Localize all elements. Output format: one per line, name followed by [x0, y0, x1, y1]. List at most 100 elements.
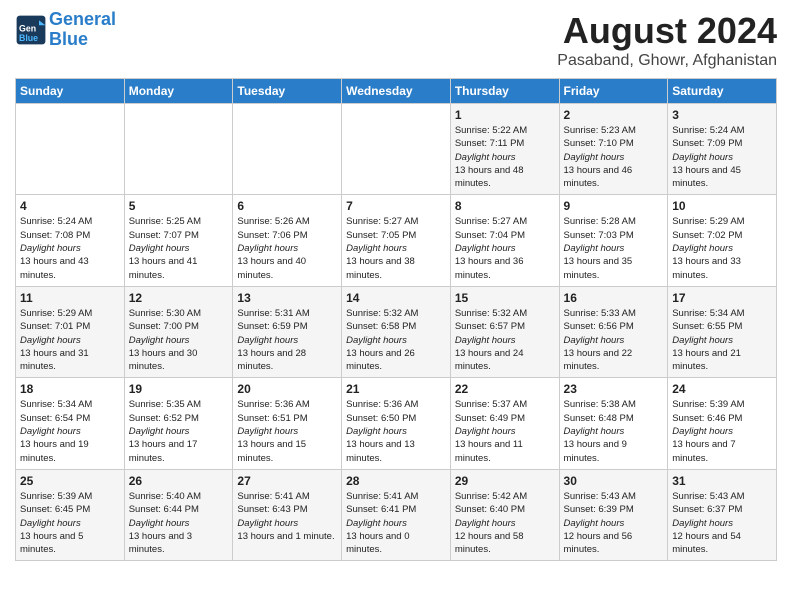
day-info: Sunrise: 5:39 AMSunset: 6:45 PMDaylight … — [20, 490, 120, 556]
day-number: 5 — [129, 199, 229, 213]
day-info: Sunrise: 5:37 AMSunset: 6:49 PMDaylight … — [455, 398, 555, 464]
day-cell: 14 Sunrise: 5:32 AMSunset: 6:58 PMDaylig… — [342, 286, 451, 377]
day-cell: 1 Sunrise: 5:22 AMSunset: 7:11 PMDayligh… — [450, 104, 559, 195]
day-cell: 23 Sunrise: 5:38 AMSunset: 6:48 PMDaylig… — [559, 378, 668, 469]
day-cell — [342, 104, 451, 195]
title-block: August 2024 Pasaband, Ghowr, Afghanistan — [557, 10, 777, 70]
day-info: Sunrise: 5:36 AMSunset: 6:50 PMDaylight … — [346, 398, 446, 464]
day-cell: 31 Sunrise: 5:43 AMSunset: 6:37 PMDaylig… — [668, 469, 777, 560]
day-info: Sunrise: 5:29 AMSunset: 7:02 PMDaylight … — [672, 215, 772, 281]
day-cell: 24 Sunrise: 5:39 AMSunset: 6:46 PMDaylig… — [668, 378, 777, 469]
day-cell: 17 Sunrise: 5:34 AMSunset: 6:55 PMDaylig… — [668, 286, 777, 377]
day-info: Sunrise: 5:41 AMSunset: 6:41 PMDaylight … — [346, 490, 446, 556]
day-number: 13 — [237, 291, 337, 305]
col-header-sunday: Sunday — [16, 79, 125, 104]
day-cell: 8 Sunrise: 5:27 AMSunset: 7:04 PMDayligh… — [450, 195, 559, 286]
calendar-table: SundayMondayTuesdayWednesdayThursdayFrid… — [15, 78, 777, 561]
day-number: 24 — [672, 382, 772, 396]
svg-text:Blue: Blue — [19, 33, 38, 43]
day-number: 31 — [672, 474, 772, 488]
day-cell: 28 Sunrise: 5:41 AMSunset: 6:41 PMDaylig… — [342, 469, 451, 560]
day-cell: 11 Sunrise: 5:29 AMSunset: 7:01 PMDaylig… — [16, 286, 125, 377]
day-number: 3 — [672, 108, 772, 122]
week-row-2: 4 Sunrise: 5:24 AMSunset: 7:08 PMDayligh… — [16, 195, 777, 286]
day-number: 23 — [564, 382, 664, 396]
day-cell: 10 Sunrise: 5:29 AMSunset: 7:02 PMDaylig… — [668, 195, 777, 286]
day-info: Sunrise: 5:42 AMSunset: 6:40 PMDaylight … — [455, 490, 555, 556]
day-number: 29 — [455, 474, 555, 488]
day-number: 19 — [129, 382, 229, 396]
day-cell: 9 Sunrise: 5:28 AMSunset: 7:03 PMDayligh… — [559, 195, 668, 286]
day-number: 15 — [455, 291, 555, 305]
day-info: Sunrise: 5:27 AMSunset: 7:05 PMDaylight … — [346, 215, 446, 281]
day-cell: 25 Sunrise: 5:39 AMSunset: 6:45 PMDaylig… — [16, 469, 125, 560]
day-number: 18 — [20, 382, 120, 396]
day-number: 9 — [564, 199, 664, 213]
day-cell: 20 Sunrise: 5:36 AMSunset: 6:51 PMDaylig… — [233, 378, 342, 469]
day-info: Sunrise: 5:28 AMSunset: 7:03 PMDaylight … — [564, 215, 664, 281]
location-title: Pasaband, Ghowr, Afghanistan — [557, 52, 777, 70]
day-info: Sunrise: 5:43 AMSunset: 6:37 PMDaylight … — [672, 490, 772, 556]
day-info: Sunrise: 5:23 AMSunset: 7:10 PMDaylight … — [564, 124, 664, 190]
month-title: August 2024 — [557, 10, 777, 52]
logo-text: GeneralBlue — [49, 10, 116, 50]
day-info: Sunrise: 5:34 AMSunset: 6:55 PMDaylight … — [672, 307, 772, 373]
logo: Gen Blue GeneralBlue — [15, 10, 116, 50]
day-number: 4 — [20, 199, 120, 213]
day-info: Sunrise: 5:33 AMSunset: 6:56 PMDaylight … — [564, 307, 664, 373]
day-number: 7 — [346, 199, 446, 213]
col-header-wednesday: Wednesday — [342, 79, 451, 104]
day-info: Sunrise: 5:24 AMSunset: 7:08 PMDaylight … — [20, 215, 120, 281]
day-info: Sunrise: 5:36 AMSunset: 6:51 PMDaylight … — [237, 398, 337, 464]
day-number: 26 — [129, 474, 229, 488]
week-row-5: 25 Sunrise: 5:39 AMSunset: 6:45 PMDaylig… — [16, 469, 777, 560]
day-cell: 5 Sunrise: 5:25 AMSunset: 7:07 PMDayligh… — [124, 195, 233, 286]
col-header-friday: Friday — [559, 79, 668, 104]
col-header-thursday: Thursday — [450, 79, 559, 104]
col-header-monday: Monday — [124, 79, 233, 104]
day-cell: 7 Sunrise: 5:27 AMSunset: 7:05 PMDayligh… — [342, 195, 451, 286]
day-info: Sunrise: 5:41 AMSunset: 6:43 PMDaylight … — [237, 490, 337, 543]
day-info: Sunrise: 5:39 AMSunset: 6:46 PMDaylight … — [672, 398, 772, 464]
day-cell: 26 Sunrise: 5:40 AMSunset: 6:44 PMDaylig… — [124, 469, 233, 560]
day-number: 16 — [564, 291, 664, 305]
day-info: Sunrise: 5:38 AMSunset: 6:48 PMDaylight … — [564, 398, 664, 464]
day-info: Sunrise: 5:35 AMSunset: 6:52 PMDaylight … — [129, 398, 229, 464]
day-info: Sunrise: 5:30 AMSunset: 7:00 PMDaylight … — [129, 307, 229, 373]
day-cell: 4 Sunrise: 5:24 AMSunset: 7:08 PMDayligh… — [16, 195, 125, 286]
day-number: 14 — [346, 291, 446, 305]
day-info: Sunrise: 5:24 AMSunset: 7:09 PMDaylight … — [672, 124, 772, 190]
day-number: 1 — [455, 108, 555, 122]
day-cell: 12 Sunrise: 5:30 AMSunset: 7:00 PMDaylig… — [124, 286, 233, 377]
day-number: 22 — [455, 382, 555, 396]
header-row: SundayMondayTuesdayWednesdayThursdayFrid… — [16, 79, 777, 104]
day-cell: 13 Sunrise: 5:31 AMSunset: 6:59 PMDaylig… — [233, 286, 342, 377]
day-info: Sunrise: 5:34 AMSunset: 6:54 PMDaylight … — [20, 398, 120, 464]
day-number: 27 — [237, 474, 337, 488]
day-number: 28 — [346, 474, 446, 488]
week-row-3: 11 Sunrise: 5:29 AMSunset: 7:01 PMDaylig… — [16, 286, 777, 377]
day-number: 2 — [564, 108, 664, 122]
day-cell — [124, 104, 233, 195]
day-info: Sunrise: 5:27 AMSunset: 7:04 PMDaylight … — [455, 215, 555, 281]
day-cell: 22 Sunrise: 5:37 AMSunset: 6:49 PMDaylig… — [450, 378, 559, 469]
day-number: 6 — [237, 199, 337, 213]
day-cell: 16 Sunrise: 5:33 AMSunset: 6:56 PMDaylig… — [559, 286, 668, 377]
day-cell: 18 Sunrise: 5:34 AMSunset: 6:54 PMDaylig… — [16, 378, 125, 469]
logo-icon: Gen Blue — [15, 14, 47, 46]
day-info: Sunrise: 5:29 AMSunset: 7:01 PMDaylight … — [20, 307, 120, 373]
day-cell: 27 Sunrise: 5:41 AMSunset: 6:43 PMDaylig… — [233, 469, 342, 560]
day-info: Sunrise: 5:31 AMSunset: 6:59 PMDaylight … — [237, 307, 337, 373]
day-number: 11 — [20, 291, 120, 305]
page-header: Gen Blue GeneralBlue August 2024 Pasaban… — [15, 10, 777, 70]
day-number: 17 — [672, 291, 772, 305]
day-info: Sunrise: 5:22 AMSunset: 7:11 PMDaylight … — [455, 124, 555, 190]
day-number: 21 — [346, 382, 446, 396]
day-cell: 6 Sunrise: 5:26 AMSunset: 7:06 PMDayligh… — [233, 195, 342, 286]
day-info: Sunrise: 5:40 AMSunset: 6:44 PMDaylight … — [129, 490, 229, 556]
svg-text:Gen: Gen — [19, 23, 36, 33]
day-info: Sunrise: 5:32 AMSunset: 6:57 PMDaylight … — [455, 307, 555, 373]
day-cell: 3 Sunrise: 5:24 AMSunset: 7:09 PMDayligh… — [668, 104, 777, 195]
day-cell: 30 Sunrise: 5:43 AMSunset: 6:39 PMDaylig… — [559, 469, 668, 560]
day-cell: 21 Sunrise: 5:36 AMSunset: 6:50 PMDaylig… — [342, 378, 451, 469]
